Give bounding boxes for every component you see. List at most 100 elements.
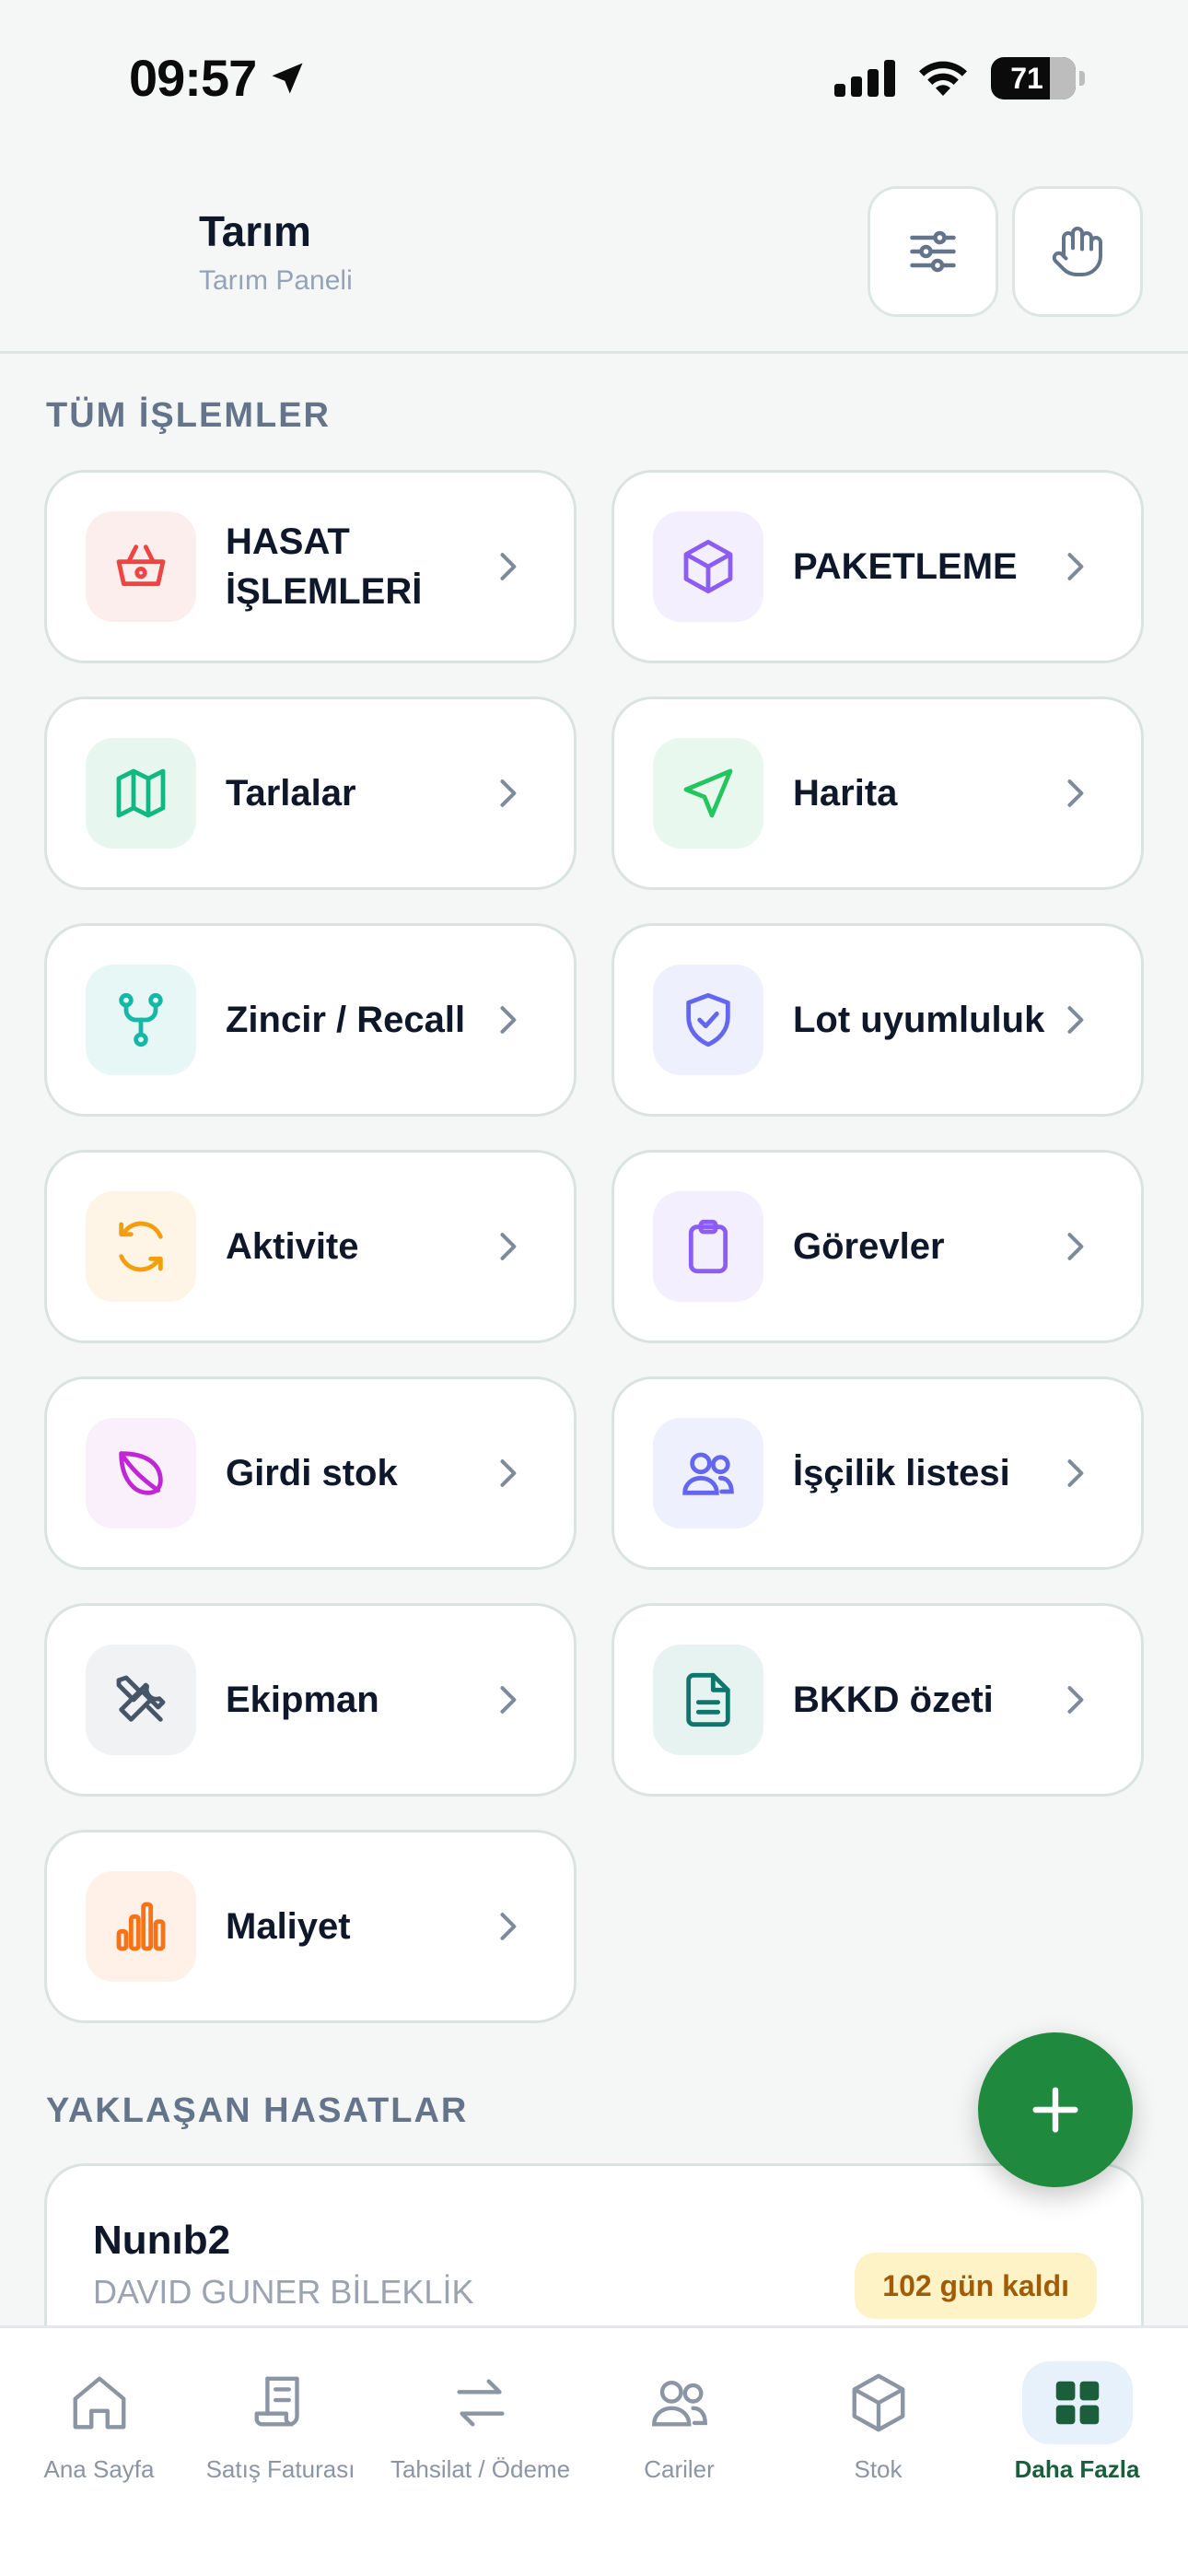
nav-label: Daha Fazla [1014,2455,1140,2483]
tile-tarlalar[interactable]: Tarlalar [44,697,577,890]
tile-icon-box [653,1645,763,1755]
app-header: Tarım Tarım Paneli [0,157,1188,354]
chevron-right-icon [1067,1233,1084,1260]
tile-label: Görevler [793,1226,945,1267]
nav-label: Satış Faturası [205,2455,355,2483]
tile-harita[interactable]: Harita [611,697,1144,890]
tile-label: Lot uyumluluk [793,1000,1045,1040]
nav-ana-sayfa[interactable]: Ana Sayfa [0,2361,198,2484]
nav-tahsilat-odeme[interactable]: Tahsilat / Ödeme [381,2361,579,2484]
nav-label: Ana Sayfa [43,2455,155,2483]
tile-label: Ekipman [226,1680,379,1720]
status-icons: 71 [834,57,1085,100]
transfer-icon [456,2379,505,2427]
clock-text: 09:57 [129,49,257,107]
document-icon [686,1672,730,1727]
nav-daha-fazla[interactable]: Daha Fazla [978,2361,1176,2484]
filter-button[interactable] [868,186,998,317]
chevron-right-icon [1067,1006,1084,1034]
bar-chart-icon [116,1902,166,1951]
tile-hasat-islemleri[interactable]: HASAT İŞLEMLERİ [44,470,577,663]
tile-girdi-stok[interactable]: Girdi stok [44,1376,577,1570]
tile-aktivite[interactable]: Aktivite [44,1150,577,1343]
nav-cariler[interactable]: Cariler [580,2361,778,2484]
tile-maliyet[interactable]: Maliyet [44,1830,577,2023]
tile-label: Aktivite [226,1226,359,1267]
tile-gorevler[interactable]: Görevler [611,1150,1144,1343]
section-upcoming-harvests: YAKLAŞAN HASATLAR [46,2091,469,2130]
tile-iscilik-listesi[interactable]: İşçilik listesi [611,1376,1144,1570]
grid-icon [1055,2381,1099,2425]
tile-icon-box [653,1418,763,1528]
tile-ekipman[interactable]: Ekipman [44,1603,577,1797]
chevron-right-icon [500,1913,517,1940]
tile-icon-box [86,1645,196,1755]
bottom-navigation: Ana Sayfa Satış Faturası Tahsilat / Ödem… [0,2325,1188,2576]
tile-lot-uyumluluk[interactable]: Lot uyumluluk [611,923,1144,1117]
tile-paketleme[interactable]: PAKETLEME [611,470,1144,663]
refresh-icon [119,1221,163,1272]
battery-indicator: 71 [991,57,1076,100]
nav-label: Cariler [644,2455,715,2483]
tile-icon-box [86,738,196,849]
tile-icon-box [86,1418,196,1528]
users-icon [682,1452,734,1495]
battery-level: 71 [1010,61,1043,95]
sliders-icon [910,230,956,273]
tile-zincir-recall[interactable]: Zincir / Recall [44,923,577,1117]
tile-icon-box [653,965,763,1075]
tile-label: Maliyet [226,1906,351,1947]
tile-icon-box [86,1871,196,1982]
home-icon [73,2376,125,2430]
chevron-right-icon [1067,1459,1084,1487]
hand-icon [1052,227,1102,276]
box-icon [683,539,733,594]
basket-icon [116,544,166,587]
clipboard-icon [688,1219,728,1274]
tile-label: Zincir / Recall [226,1000,466,1040]
signal-icon [834,60,895,97]
map-icon [116,768,166,818]
chevron-right-icon [1067,779,1084,807]
chevron-right-icon [500,779,517,807]
tile-icon-box [86,511,196,622]
tile-icon-box [653,738,763,849]
plus-icon [1032,2087,1078,2133]
tile-icon-box [653,1191,763,1302]
shield-check-icon [686,992,730,1048]
page-subtitle: Tarım Paneli [199,265,353,296]
nav-label: Tahsilat / Ödeme [390,2455,571,2483]
chevron-right-icon [500,1006,517,1034]
tile-icon-box [86,965,196,1075]
status-bar: 09:57 71 [0,0,1188,157]
tile-icon-box [653,511,763,622]
tile-bkkd-ozeti[interactable]: BKKD özeti [611,1603,1144,1797]
tile-label: BKKD özeti [793,1680,994,1720]
nav-label: Stok [854,2455,903,2483]
days-left-badge: 102 gün kaldı [855,2253,1097,2319]
chevron-right-icon [500,1686,517,1714]
nav-stok[interactable]: Stok [779,2361,977,2484]
location-arrow-icon [272,63,303,93]
tile-label: Girdi stok [226,1453,398,1493]
tile-label: İşçilik listesi [793,1453,1010,1493]
chevron-right-icon [1067,553,1084,580]
chevron-right-icon [500,553,517,580]
add-button[interactable] [978,2032,1133,2187]
invoice-icon [254,2376,299,2427]
chevron-right-icon [1067,1686,1084,1714]
navigation-icon [683,768,733,818]
status-time: 09:57 [129,48,308,108]
box-icon [852,2373,904,2432]
leaf-icon [119,1451,163,1495]
hand-button[interactable] [1012,186,1143,317]
chevron-right-icon [500,1459,517,1487]
wifi-icon [919,61,967,96]
tile-label: PAKETLEME [793,546,1018,587]
tile-label: HASAT İŞLEMLERİ [226,521,423,612]
harvest-name: Nunıb2 [93,2218,231,2263]
tools-icon [116,1675,166,1722]
section-all-operations: TÜM İŞLEMLER [46,396,331,435]
nav-satis-faturasi[interactable]: Satış Faturası [181,2361,379,2484]
chevron-right-icon [500,1233,517,1260]
